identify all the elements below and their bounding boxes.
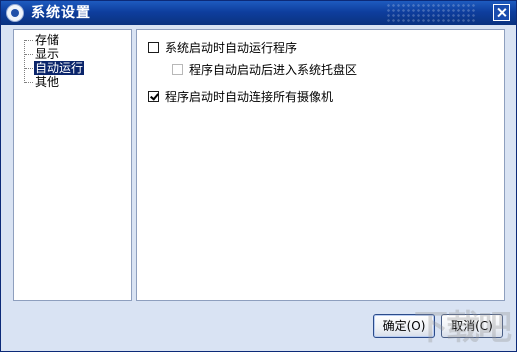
titlebar-pattern [386,3,476,23]
tree-item-label: 其他 [35,75,60,89]
app-icon [6,4,24,22]
auto-run-label: 系统启动时自动运行程序 [165,41,298,55]
auto-run-checkbox[interactable] [148,42,159,53]
window-title: 系统设置 [31,5,91,21]
tree-item-label: 自动运行 [34,61,85,75]
connect-cameras-checkbox[interactable] [148,91,159,102]
tree-item-label: 存储 [35,33,60,47]
settings-category-tree: 存储 显示 自动运行 其他 [13,29,132,301]
site-watermark: 下载吧 [414,308,512,348]
tray-checkbox[interactable] [172,64,183,75]
system-settings-dialog: 系统设置 存储 显示 自动运行 其他 系统启动时自动运行程序 程序自动启动后进入… [0,0,517,352]
tree-item-label: 显示 [35,47,60,61]
connect-cameras-label: 程序启动时自动连接所有摄像机 [165,90,334,104]
autorun-settings-panel: 系统启动时自动运行程序 程序自动启动后进入系统托盘区 程序启动时自动连接所有摄像… [136,29,505,301]
title-bar[interactable]: 系统设置 [1,1,516,25]
close-icon[interactable] [493,4,510,21]
tray-label: 程序自动启动后进入系统托盘区 [189,63,358,77]
